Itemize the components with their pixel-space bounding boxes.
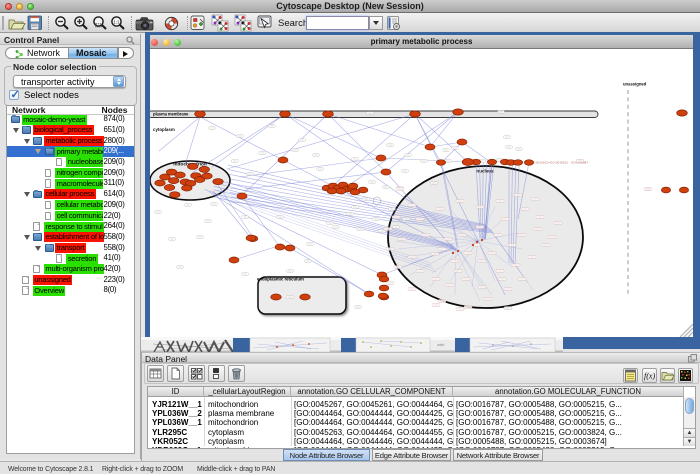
svg-text:label: label bbox=[437, 343, 445, 347]
svg-text:cytoplasm: cytoplasm bbox=[153, 127, 175, 132]
svg-text:unassigned: unassigned bbox=[623, 82, 647, 87]
svg-text:endoplasmic reticulum: endoplasmic reticulum bbox=[257, 277, 304, 282]
svg-text:plasma membrane: plasma membrane bbox=[153, 112, 189, 117]
svg-text:f(x): f(x) bbox=[644, 372, 655, 381]
svg-text:GO:0016021=GO:0016021: GO:0016021=GO:0016021 bbox=[530, 161, 568, 165]
svg-text:1:1: 1:1 bbox=[113, 20, 120, 25]
